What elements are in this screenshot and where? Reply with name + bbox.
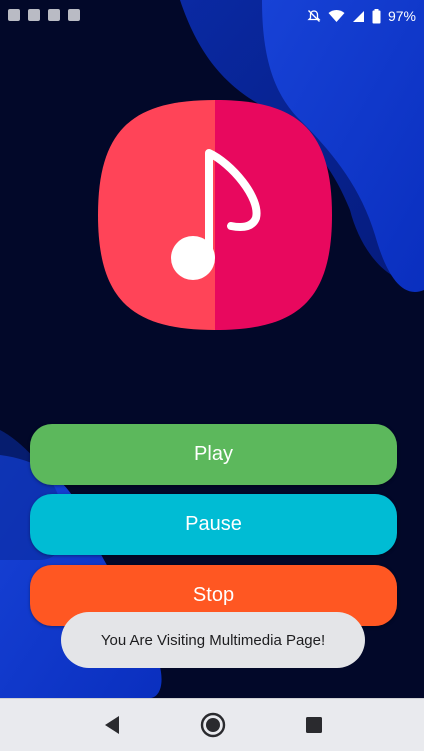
notification-icon	[28, 9, 40, 21]
multimedia-screen: 97% Play Pause Stop You Are Visiting Mul…	[0, 0, 424, 751]
toast-message: You Are Visiting Multimedia Page!	[61, 612, 365, 668]
battery-percent: 97%	[387, 8, 416, 24]
music-app-icon	[98, 100, 332, 330]
notification-icon	[68, 9, 80, 21]
nav-recents-button[interactable]	[301, 712, 327, 738]
notification-icon	[8, 9, 20, 21]
mute-icon	[307, 10, 321, 22]
status-notifications	[8, 9, 80, 21]
notification-icon	[48, 9, 60, 21]
navigation-bar	[0, 698, 424, 751]
play-button[interactable]: Play	[30, 424, 397, 485]
pause-button[interactable]: Pause	[30, 494, 397, 555]
signal-icon	[352, 10, 364, 22]
battery-icon	[372, 8, 381, 23]
nav-home-button[interactable]	[200, 712, 226, 738]
status-bar: 97%	[0, 0, 424, 34]
home-circle-icon	[200, 712, 226, 738]
wifi-icon	[328, 10, 345, 22]
status-system-icons: 97%	[307, 8, 416, 24]
back-triangle-icon	[105, 716, 119, 734]
nav-back-button[interactable]	[99, 712, 125, 738]
recents-square-icon	[306, 717, 322, 733]
